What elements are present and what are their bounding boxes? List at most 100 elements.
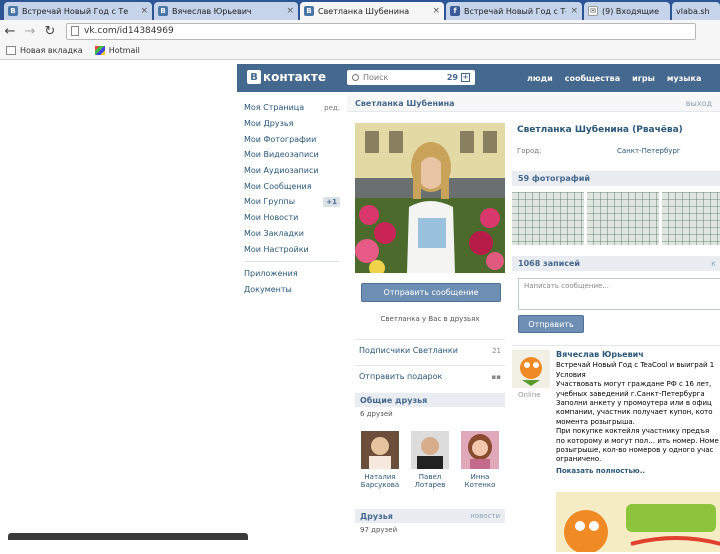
wall-post-input[interactable]: Написать сообщение... xyxy=(518,278,720,310)
post-text-line: момента розыгрыша. xyxy=(556,417,635,426)
plus-icon: + xyxy=(461,73,470,82)
wall-header[interactable]: 1068 записей к xyxy=(512,256,720,271)
tab-label: Вячеслав Юрьевич xyxy=(172,6,252,16)
send-gift-label: Отправить подарок xyxy=(359,372,443,381)
friends-title: Друзья xyxy=(360,511,393,521)
menu-item-photos[interactable]: Мои Фотографии xyxy=(244,131,340,147)
bookmark-label: Новая вкладка xyxy=(20,46,83,55)
friend-first-name: Инна xyxy=(470,473,490,481)
send-message-button[interactable]: Отправить сообщение xyxy=(361,283,501,302)
mutual-friend[interactable]: Инна Котенко xyxy=(458,431,502,489)
browser-toolbar: ← → ↻ vk.com/id14384969 xyxy=(0,20,720,42)
groups-badge: +1 xyxy=(323,196,340,207)
menu-item-settings[interactable]: Мои Настройки xyxy=(244,241,340,257)
avatar xyxy=(411,431,449,469)
mutual-friends-header[interactable]: Общие друзья xyxy=(355,393,505,407)
menu-item-label: Мои Видеозаписи xyxy=(244,150,319,160)
send-post-button[interactable]: Отправить xyxy=(518,315,584,333)
mutual-friend[interactable]: Павел Лотарев xyxy=(408,431,452,489)
wall-post: Online Вячеслав Юрьевич Встречай Новый Г… xyxy=(512,345,720,554)
browser-tab[interactable]: ✉ (9) Входящие xyxy=(584,2,670,20)
post-text-line: Условия xyxy=(556,370,586,379)
close-icon[interactable]: × xyxy=(570,6,578,16)
menu-item-news[interactable]: Мои Новости xyxy=(244,210,340,226)
menu-item-audio[interactable]: Мои Аудиозаписи xyxy=(244,163,340,179)
post-text-line: по которому и могут пол… ить номер. Номе xyxy=(556,436,719,445)
photos-header[interactable]: 59 фотографий xyxy=(512,171,720,186)
notification-counter[interactable]: 29 + xyxy=(447,73,470,82)
search-input[interactable]: Поиск 29 + xyxy=(347,70,475,85)
menu-item-messages[interactable]: Мои Сообщения xyxy=(244,178,340,194)
mutual-friends-list: Наталия Барсукова Павел Лотарев Инна Кот… xyxy=(355,431,505,489)
mail-favicon-icon: ✉ xyxy=(588,6,598,16)
post-text-line: розыгрыше, кол-во номеров у одного учас xyxy=(556,446,714,455)
tab-label: Встречай Новый Год с Те xyxy=(464,6,567,16)
facebook-favicon-icon: f xyxy=(450,6,460,16)
bookmark-hotmail[interactable]: Hotmail xyxy=(94,46,140,55)
search-placeholder: Поиск xyxy=(363,73,389,82)
menu-divider xyxy=(244,260,340,262)
menu-item-label: Мои Настройки xyxy=(244,244,309,254)
avatar xyxy=(461,431,499,469)
logout-link[interactable]: выход xyxy=(686,99,712,108)
menu-item-bookmarks[interactable]: Мои Закладки xyxy=(244,226,340,242)
post-text-line: компании, участник получает купон, кото xyxy=(556,408,713,417)
close-icon[interactable]: × xyxy=(286,6,294,16)
post-author[interactable]: Вячеслав Юрьевич xyxy=(556,350,720,359)
page-title: Светланка Шубенина xyxy=(355,98,455,108)
tab-label: Встречай Новый Год с Те xyxy=(22,6,129,16)
post-text-line: Встречай Новый Год с TeaCool и выиграй 1 xyxy=(556,361,715,370)
vk-logo-text: контакте xyxy=(263,70,326,84)
post-image[interactable] xyxy=(556,492,720,554)
photo-thumbnail[interactable] xyxy=(587,192,659,245)
city-value[interactable]: Санкт-Петербург xyxy=(617,147,681,155)
page-icon xyxy=(71,26,79,36)
browser-tab[interactable]: vlaba.sh xyxy=(672,2,720,20)
browser-tab[interactable]: f Встречай Новый Год с Те × xyxy=(446,2,582,20)
photo-thumbnail[interactable] xyxy=(662,192,720,245)
friend-status-link[interactable]: Светланка у Вас в друзьях xyxy=(355,305,505,333)
profile-photo[interactable] xyxy=(355,123,505,273)
show-more-link[interactable]: Показать полностью.. xyxy=(556,467,720,476)
bookmark-new-tab[interactable]: Новая вкладка xyxy=(6,46,83,55)
post-text-line: ограничено. xyxy=(556,455,602,464)
vk-favicon-icon: B xyxy=(8,6,18,16)
close-icon[interactable]: × xyxy=(432,6,440,16)
menu-item-videos[interactable]: Мои Видеозаписи xyxy=(244,147,340,163)
browser-tab[interactable]: B Встречай Новый Год с Те × xyxy=(4,2,152,20)
nav-communities[interactable]: сообщества xyxy=(565,74,620,83)
forward-arrow-icon[interactable]: → xyxy=(20,24,40,39)
friend-last-name: Котенко xyxy=(464,481,496,489)
nav-music[interactable]: музыка xyxy=(667,74,701,83)
friend-first-name: Наталия xyxy=(364,473,396,481)
send-gift-link[interactable]: Отправить подарок ▪▪ xyxy=(355,365,505,387)
menu-item-groups[interactable]: Мои Группы +1 xyxy=(244,194,340,210)
browser-tab-active[interactable]: B Светланка Шубенина × xyxy=(300,2,444,20)
photo-thumbnail[interactable] xyxy=(512,192,584,245)
address-bar[interactable]: vk.com/id14384969 xyxy=(66,22,696,40)
menu-item-label: Мои Аудиозаписи xyxy=(244,166,319,176)
gift-icon: ▪▪ xyxy=(491,372,502,381)
menu-item-documents[interactable]: Документы xyxy=(244,282,340,298)
friends-news-link[interactable]: новости xyxy=(470,512,500,520)
close-icon[interactable]: × xyxy=(140,6,148,16)
nav-games[interactable]: игры xyxy=(632,74,655,83)
mutual-friends-title: Общие друзья xyxy=(360,395,428,405)
subscribers-link[interactable]: Подписчики Светланки 21 xyxy=(355,339,505,361)
friends-header[interactable]: Друзья новости xyxy=(355,509,505,523)
wall-title: 1068 записей xyxy=(518,259,581,268)
menu-item-apps[interactable]: Приложения xyxy=(244,266,340,282)
tab-label: (9) Входящие xyxy=(602,6,659,16)
wall-more-link[interactable]: к xyxy=(711,259,716,268)
menu-item-friends[interactable]: Мои Друзья xyxy=(244,116,340,132)
reload-icon[interactable]: ↻ xyxy=(40,24,60,39)
mutual-friend[interactable]: Наталия Барсукова xyxy=(358,431,402,489)
nav-people[interactable]: люди xyxy=(527,74,553,83)
vk-logo[interactable]: B контакте xyxy=(247,70,326,84)
browser-tab[interactable]: B Вячеслав Юрьевич × xyxy=(154,2,298,20)
browser-tab-bar: B Встречай Новый Год с Те × B Вячеслав Ю… xyxy=(0,0,720,20)
menu-item-my-page[interactable]: Моя Страница ред. xyxy=(244,100,340,116)
avatar[interactable] xyxy=(512,350,550,388)
edit-link[interactable]: ред. xyxy=(324,104,340,112)
back-arrow-icon[interactable]: ← xyxy=(0,24,20,39)
